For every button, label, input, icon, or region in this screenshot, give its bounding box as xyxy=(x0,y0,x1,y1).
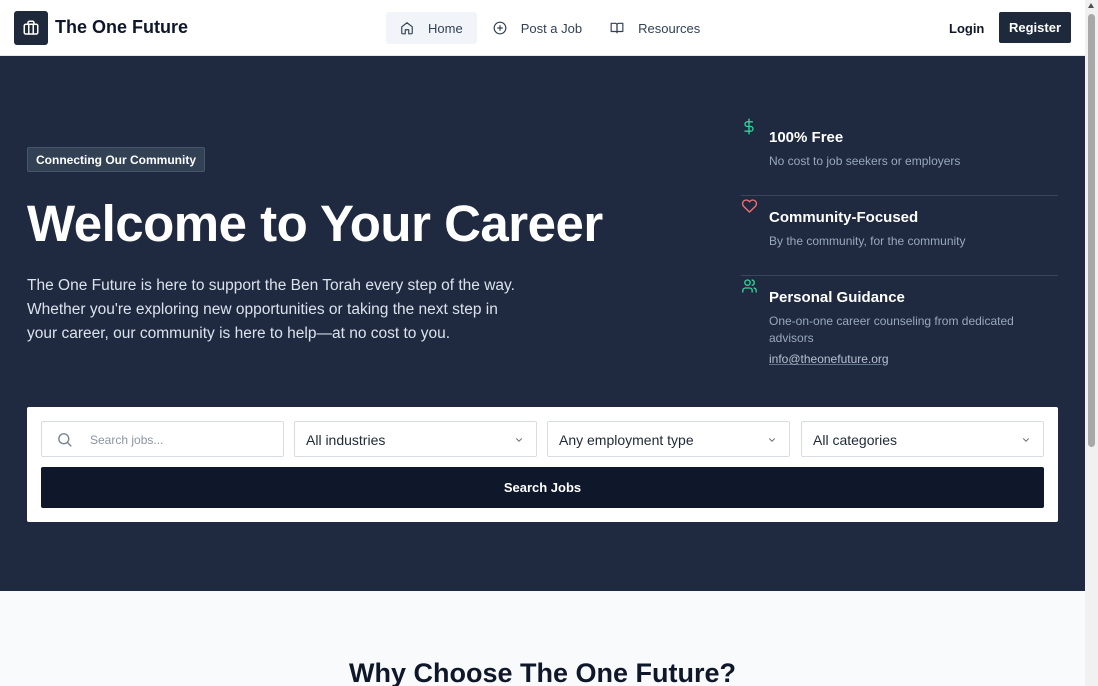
feature-item-guidance: Personal Guidance One-on-one career coun… xyxy=(741,276,1058,366)
feature-list: 100% Free No cost to job seekers or empl… xyxy=(741,116,1058,366)
login-button[interactable]: Login xyxy=(934,12,999,44)
chevron-down-icon xyxy=(768,438,776,442)
feature-description: By the community, for the community xyxy=(769,234,966,248)
hero-badge: Connecting Our Community xyxy=(27,147,205,172)
plus-circle-icon xyxy=(493,21,507,35)
employment-type-select[interactable]: Any employment type xyxy=(547,421,790,457)
employment-type-select-value: Any employment type xyxy=(559,432,694,448)
page-scrollbar[interactable] xyxy=(1085,0,1098,686)
feature-item-community: Community-Focused By the community, for … xyxy=(741,196,1058,276)
search-icon xyxy=(58,433,72,447)
hero-title: Welcome to Your Career xyxy=(27,195,603,252)
industry-select[interactable]: All industries xyxy=(294,421,537,457)
nav-item-home[interactable]: Home xyxy=(386,12,477,44)
briefcase-logo-icon[interactable] xyxy=(14,11,48,45)
search-jobs-button[interactable]: Search Jobs xyxy=(41,467,1044,508)
chevron-down-icon xyxy=(1022,438,1030,442)
contact-email-link[interactable]: info@theonefuture.org xyxy=(769,352,1058,366)
why-choose-heading: Why Choose The One Future? xyxy=(348,658,736,686)
dollar-icon xyxy=(744,118,754,135)
feature-description: One-on-one career counseling from dedica… xyxy=(769,314,1014,345)
feature-title: Community-Focused xyxy=(769,209,919,226)
brand-name[interactable]: The One Future xyxy=(55,17,188,38)
nav-item-label: Home xyxy=(428,20,463,36)
job-search-form: Search jobs... All industries Any employ… xyxy=(27,407,1058,522)
users-icon xyxy=(742,279,757,293)
search-placeholder: Search jobs... xyxy=(90,433,164,447)
scroll-up-arrow-icon[interactable] xyxy=(1088,3,1094,8)
hero-description: The One Future is here to support the Be… xyxy=(27,277,515,342)
feature-title: 100% Free xyxy=(769,129,844,146)
feature-title: Personal Guidance xyxy=(769,289,905,306)
nav-item-resources[interactable]: Resources xyxy=(596,12,714,44)
scrollbar-thumb[interactable] xyxy=(1088,14,1095,447)
main-nav: Home Post a Job Resources xyxy=(386,12,714,44)
nav-item-label: Resources xyxy=(638,20,701,36)
feature-description: No cost to job seekers or employers xyxy=(769,154,961,168)
search-input[interactable]: Search jobs... xyxy=(41,421,284,457)
chevron-down-icon xyxy=(515,438,523,442)
register-button[interactable]: Register xyxy=(999,12,1071,43)
feature-item-free: 100% Free No cost to job seekers or empl… xyxy=(741,116,1058,196)
top-navigation-bar: The One Future Home Post a Job Resources… xyxy=(0,0,1085,56)
book-icon xyxy=(610,22,624,34)
industry-select-value: All industries xyxy=(306,432,386,448)
heart-icon xyxy=(741,199,758,213)
category-select-value: All categories xyxy=(813,432,898,448)
nav-item-label: Post a Job xyxy=(520,20,583,36)
home-icon xyxy=(401,22,413,35)
nav-item-post-a-job[interactable]: Post a Job xyxy=(479,12,596,44)
hero-section: Connecting Our Community Welcome to Your… xyxy=(0,56,1085,591)
category-select[interactable]: All categories xyxy=(801,421,1044,457)
